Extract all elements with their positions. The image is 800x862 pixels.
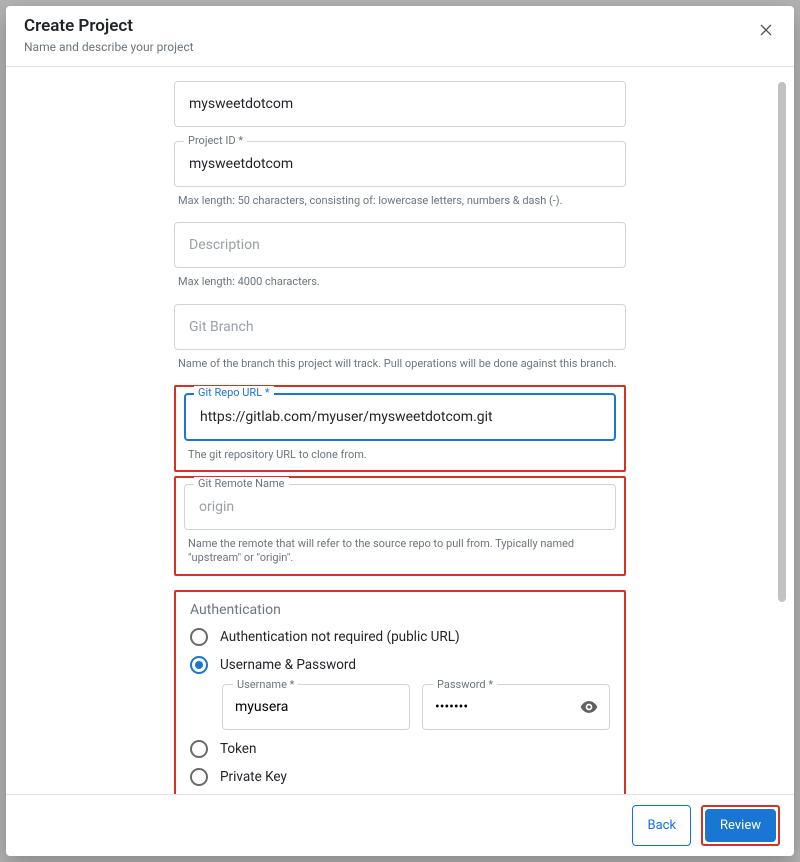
git-repo-url-field: Git Repo URL * The git repository URL to… xyxy=(184,393,616,462)
auth-option-none[interactable]: Authentication not required (public URL) xyxy=(190,628,610,646)
credentials-row: Username * Password * xyxy=(222,684,610,730)
description-helper: Max length: 4000 characters. xyxy=(178,275,626,289)
git-branch-helper: Name of the branch this project will tra… xyxy=(178,357,626,371)
authentication-title: Authentication xyxy=(190,602,610,618)
auth-option-userpass-label: Username & Password xyxy=(220,657,356,673)
password-field: Password * xyxy=(422,684,610,730)
radio-icon[interactable] xyxy=(190,740,208,758)
git-branch-field: Name of the branch this project will tra… xyxy=(174,304,626,371)
git-remote-name-helper: Name the remote that will refer to the s… xyxy=(188,537,616,566)
auth-option-token[interactable]: Token xyxy=(190,740,610,758)
auth-option-token-label: Token xyxy=(220,741,256,757)
toggle-password-visibility-button[interactable] xyxy=(569,697,609,717)
review-button-highlight: Review xyxy=(701,805,780,846)
auth-option-none-label: Authentication not required (public URL) xyxy=(220,629,460,645)
git-remote-name-highlight: Git Remote Name Name the remote that wil… xyxy=(174,476,626,576)
project-id-field: Project ID * Max length: 50 characters, … xyxy=(174,141,626,208)
username-label: Username * xyxy=(233,678,298,691)
dialog-title: Create Project xyxy=(24,16,776,36)
description-field: Max length: 4000 characters. xyxy=(174,222,626,289)
git-repo-url-label: Git Repo URL * xyxy=(194,386,274,399)
close-button[interactable] xyxy=(752,16,780,44)
project-id-helper: Max length: 50 characters, consisting of… xyxy=(178,194,626,208)
project-id-label: Project ID * xyxy=(184,134,247,147)
password-label: Password * xyxy=(433,678,497,691)
back-button[interactable]: Back xyxy=(632,805,691,846)
radio-icon[interactable] xyxy=(190,768,208,786)
git-repo-url-helper: The git repository URL to clone from. xyxy=(188,448,616,462)
git-remote-name-label: Git Remote Name xyxy=(194,477,289,490)
eye-icon xyxy=(579,697,599,717)
radio-icon[interactable] xyxy=(190,656,208,674)
git-remote-name-input[interactable] xyxy=(185,485,615,529)
git-repo-url-input[interactable] xyxy=(186,395,614,439)
radio-icon[interactable] xyxy=(190,628,208,646)
description-input[interactable] xyxy=(175,223,625,267)
auth-option-private-key-label: Private Key xyxy=(220,769,287,785)
project-name-input[interactable] xyxy=(175,82,625,126)
username-field: Username * xyxy=(222,684,410,730)
dialog-footer: Back Review xyxy=(6,794,794,856)
project-name-field xyxy=(174,81,626,127)
git-repo-url-highlight: Git Repo URL * The git repository URL to… xyxy=(174,385,626,472)
close-icon xyxy=(758,22,774,38)
scrollbar-thumb[interactable] xyxy=(778,82,786,602)
git-branch-input[interactable] xyxy=(175,305,625,349)
auth-option-private-key[interactable]: Private Key xyxy=(190,768,610,786)
username-input[interactable] xyxy=(223,685,409,729)
dialog-body: Project ID * Max length: 50 characters, … xyxy=(6,67,794,794)
review-button[interactable]: Review xyxy=(705,809,776,842)
project-id-input[interactable] xyxy=(175,142,625,186)
dialog-header: Create Project Name and describe your pr… xyxy=(6,6,794,67)
dialog-subtitle: Name and describe your project xyxy=(24,40,776,54)
password-input[interactable] xyxy=(423,685,569,729)
create-project-dialog: Create Project Name and describe your pr… xyxy=(6,6,794,856)
authentication-section: Authentication Authentication not requir… xyxy=(174,590,626,794)
auth-option-userpass[interactable]: Username & Password xyxy=(190,656,610,674)
git-remote-name-field: Git Remote Name Name the remote that wil… xyxy=(184,484,616,566)
